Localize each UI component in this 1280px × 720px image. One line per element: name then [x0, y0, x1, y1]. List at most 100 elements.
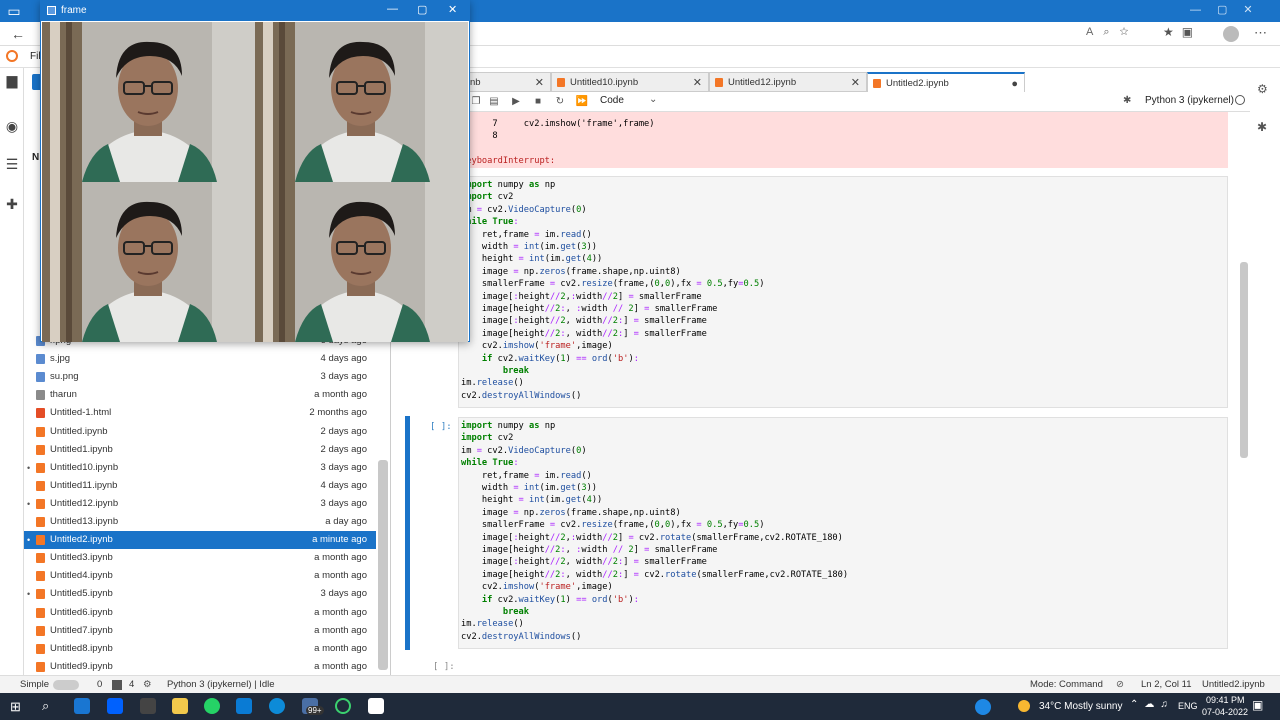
fast-forward-icon[interactable]: ⏩: [574, 94, 590, 110]
file-row[interactable]: tharun a month ago: [24, 386, 376, 404]
code-line[interactable]: cv2.imshow('frame',image): [461, 340, 613, 352]
file-explorer-icon[interactable]: [172, 698, 188, 714]
frame-window[interactable]: frame — ▢ ✕: [40, 0, 470, 342]
winamp-icon[interactable]: [140, 698, 156, 714]
tab-nb[interactable]: nb ✕: [465, 72, 551, 92]
tab-untitled2[interactable]: Untitled2.ipynb ●: [867, 72, 1025, 92]
code-line[interactable]: smallerFrame = cv2.resize(frame,(0,0),fx…: [461, 278, 765, 290]
code-line[interactable]: image[height//2:, width//2:] = cv2.rotat…: [461, 569, 848, 581]
file-row[interactable]: Untitled6.ipynb a month ago: [24, 604, 376, 622]
code-line[interactable]: cv2.destroyAllWindows(): [461, 631, 581, 643]
name-column-header[interactable]: N: [32, 152, 39, 163]
copy-icon[interactable]: ❐: [468, 94, 484, 110]
code-line[interactable]: image[:height//2,:width//2] = smallerFra…: [461, 291, 702, 303]
close-icon[interactable]: ✕: [535, 73, 544, 93]
code-line[interactable]: image[height//2:, :width // 2] = smaller…: [461, 303, 717, 315]
help-icon[interactable]: [975, 699, 991, 715]
code-line[interactable]: ret,frame = im.read(): [461, 229, 592, 241]
code-line[interactable]: import numpy as np: [461, 420, 555, 432]
code-line[interactable]: image[height//2:, :width // 2] = smaller…: [461, 544, 717, 556]
code-line[interactable]: height = int(im.get(4)): [461, 253, 602, 265]
favorites-icon[interactable]: ★▣: [1163, 25, 1201, 39]
weather-text[interactable]: 34°C Mostly sunny: [1039, 701, 1122, 712]
file-row[interactable]: Untitled-1.html 2 months ago: [24, 404, 376, 422]
simple-mode-toggle[interactable]: [53, 680, 79, 690]
whatsapp-icon[interactable]: [204, 698, 220, 714]
code-line[interactable]: smallerFrame = cv2.resize(frame,(0,0),fx…: [461, 519, 765, 531]
file-row[interactable]: Untitled4.ipynb a month ago: [24, 567, 376, 585]
code-line[interactable]: if cv2.waitKey(1) == ord('b'):: [461, 594, 639, 606]
right-settings-icon[interactable]: ⚙: [1257, 82, 1268, 96]
code-line[interactable]: image[:height//2, width//2:] = smallerFr…: [461, 315, 707, 327]
code-line[interactable]: if cv2.waitKey(1) == ord('b'):: [461, 353, 639, 365]
code-line[interactable]: im = cv2.VideoCapture(0): [461, 445, 587, 457]
cell-type-select[interactable]: Code: [600, 95, 624, 106]
close-icon[interactable]: ✕: [693, 73, 702, 93]
file-row[interactable]: Untitled7.ipynb a month ago: [24, 622, 376, 640]
code-line[interactable]: image = np.zeros(frame.shape,np.uint8): [461, 507, 681, 519]
code-line[interactable]: image[height//2:, width//2:] = smallerFr…: [461, 328, 707, 340]
file-row[interactable]: • Untitled12.ipynb 3 days ago: [24, 495, 376, 513]
paste-icon[interactable]: ▤: [486, 94, 502, 110]
code-line[interactable]: import cv2: [461, 432, 513, 444]
debugger-icon[interactable]: ✱: [1257, 120, 1267, 134]
file-row[interactable]: Untitled.ipynb 2 days ago: [24, 423, 376, 441]
file-row[interactable]: • Untitled10.ipynb 3 days ago: [24, 459, 376, 477]
file-row[interactable]: Untitled9.ipynb a month ago: [24, 658, 376, 676]
file-row[interactable]: Untitled1.ipynb 2 days ago: [24, 441, 376, 459]
file-browser-scrollbar[interactable]: [378, 460, 388, 670]
run-icon[interactable]: ▶: [508, 94, 524, 110]
system-tray-icon[interactable]: ⌃☁♫: [1130, 699, 1174, 710]
code-line[interactable]: ret,frame = im.read(): [461, 470, 592, 482]
notepad-icon[interactable]: [368, 698, 384, 714]
extension-icon[interactable]: ✚: [2, 194, 22, 214]
language-indicator[interactable]: ENG: [1178, 701, 1198, 711]
stop-icon[interactable]: ■: [530, 94, 546, 110]
code-line[interactable]: import numpy as np: [461, 179, 555, 191]
file-row[interactable]: su.png 3 days ago: [24, 368, 376, 386]
more-icon[interactable]: ⋯: [1254, 25, 1267, 41]
folder-icon[interactable]: ▆: [2, 70, 22, 90]
close-icon[interactable]: ✕: [448, 3, 457, 16]
code-line[interactable]: cv2.imshow('frame',image): [461, 581, 613, 593]
kernel-settings-icon[interactable]: ✱: [1123, 95, 1131, 106]
avatar[interactable]: [1223, 26, 1239, 42]
code-line[interactable]: image = np.zeros(frame.shape,np.uint8): [461, 266, 681, 278]
back-arrow-icon[interactable]: ←: [8, 24, 28, 44]
kernel-name[interactable]: Python 3 (ipykernel): [1145, 95, 1234, 106]
vscode-icon[interactable]: [236, 698, 252, 714]
file-row[interactable]: • Untitled2.ipynb a minute ago: [24, 531, 376, 550]
unsaved-dot-icon[interactable]: ●: [1011, 74, 1018, 94]
dropbox-icon[interactable]: [107, 698, 123, 714]
clock-time[interactable]: 09:41 PM: [1206, 695, 1245, 705]
file-row[interactable]: Untitled11.ipynb 4 days ago: [24, 477, 376, 495]
tab-untitled12[interactable]: Untitled12.ipynb ✕: [709, 72, 867, 92]
maximize-icon[interactable]: ▢: [417, 3, 427, 16]
chevron-down-icon[interactable]: ⌄: [649, 94, 657, 105]
search-icon[interactable]: ⌕: [42, 698, 49, 714]
browser-window-controls-icon[interactable]: —▢✕: [1190, 3, 1269, 16]
code-line[interactable]: break: [461, 365, 529, 377]
running-icon[interactable]: ◉: [2, 116, 22, 136]
restart-icon[interactable]: ↻: [552, 94, 568, 110]
code-line[interactable]: cv2.destroyAllWindows(): [461, 390, 581, 402]
code-line[interactable]: image[:height//2, width//2:] = smallerFr…: [461, 556, 707, 568]
code-line[interactable]: im.release(): [461, 618, 524, 630]
code-line[interactable]: im.release(): [461, 377, 524, 389]
code-line[interactable]: width = int(im.get(3)): [461, 241, 597, 253]
tab-untitled10[interactable]: Untitled10.ipynb ✕: [551, 72, 709, 92]
code-line[interactable]: image[:height//2,:width//2] = cv2.rotate…: [461, 532, 843, 544]
clock-date[interactable]: 07-04-2022: [1202, 707, 1248, 717]
code-line[interactable]: height = int(im.get(4)): [461, 494, 602, 506]
tab-actions-icon[interactable]: ▭: [4, 1, 24, 21]
app-icon[interactable]: [335, 698, 351, 714]
windows-start-icon[interactable]: ⊞: [10, 699, 21, 715]
frame-titlebar[interactable]: frame — ▢ ✕: [41, 1, 469, 21]
close-icon[interactable]: ✕: [851, 73, 860, 93]
notification-center-icon[interactable]: ▣: [1252, 698, 1263, 712]
file-row[interactable]: Untitled13.ipynb a day ago: [24, 513, 376, 531]
mail-icon[interactable]: [74, 698, 90, 714]
read-aloud-icon[interactable]: A⌕☆: [1086, 26, 1138, 39]
file-row[interactable]: s.jpg 4 days ago: [24, 350, 376, 368]
toc-icon[interactable]: ☰: [2, 154, 22, 174]
